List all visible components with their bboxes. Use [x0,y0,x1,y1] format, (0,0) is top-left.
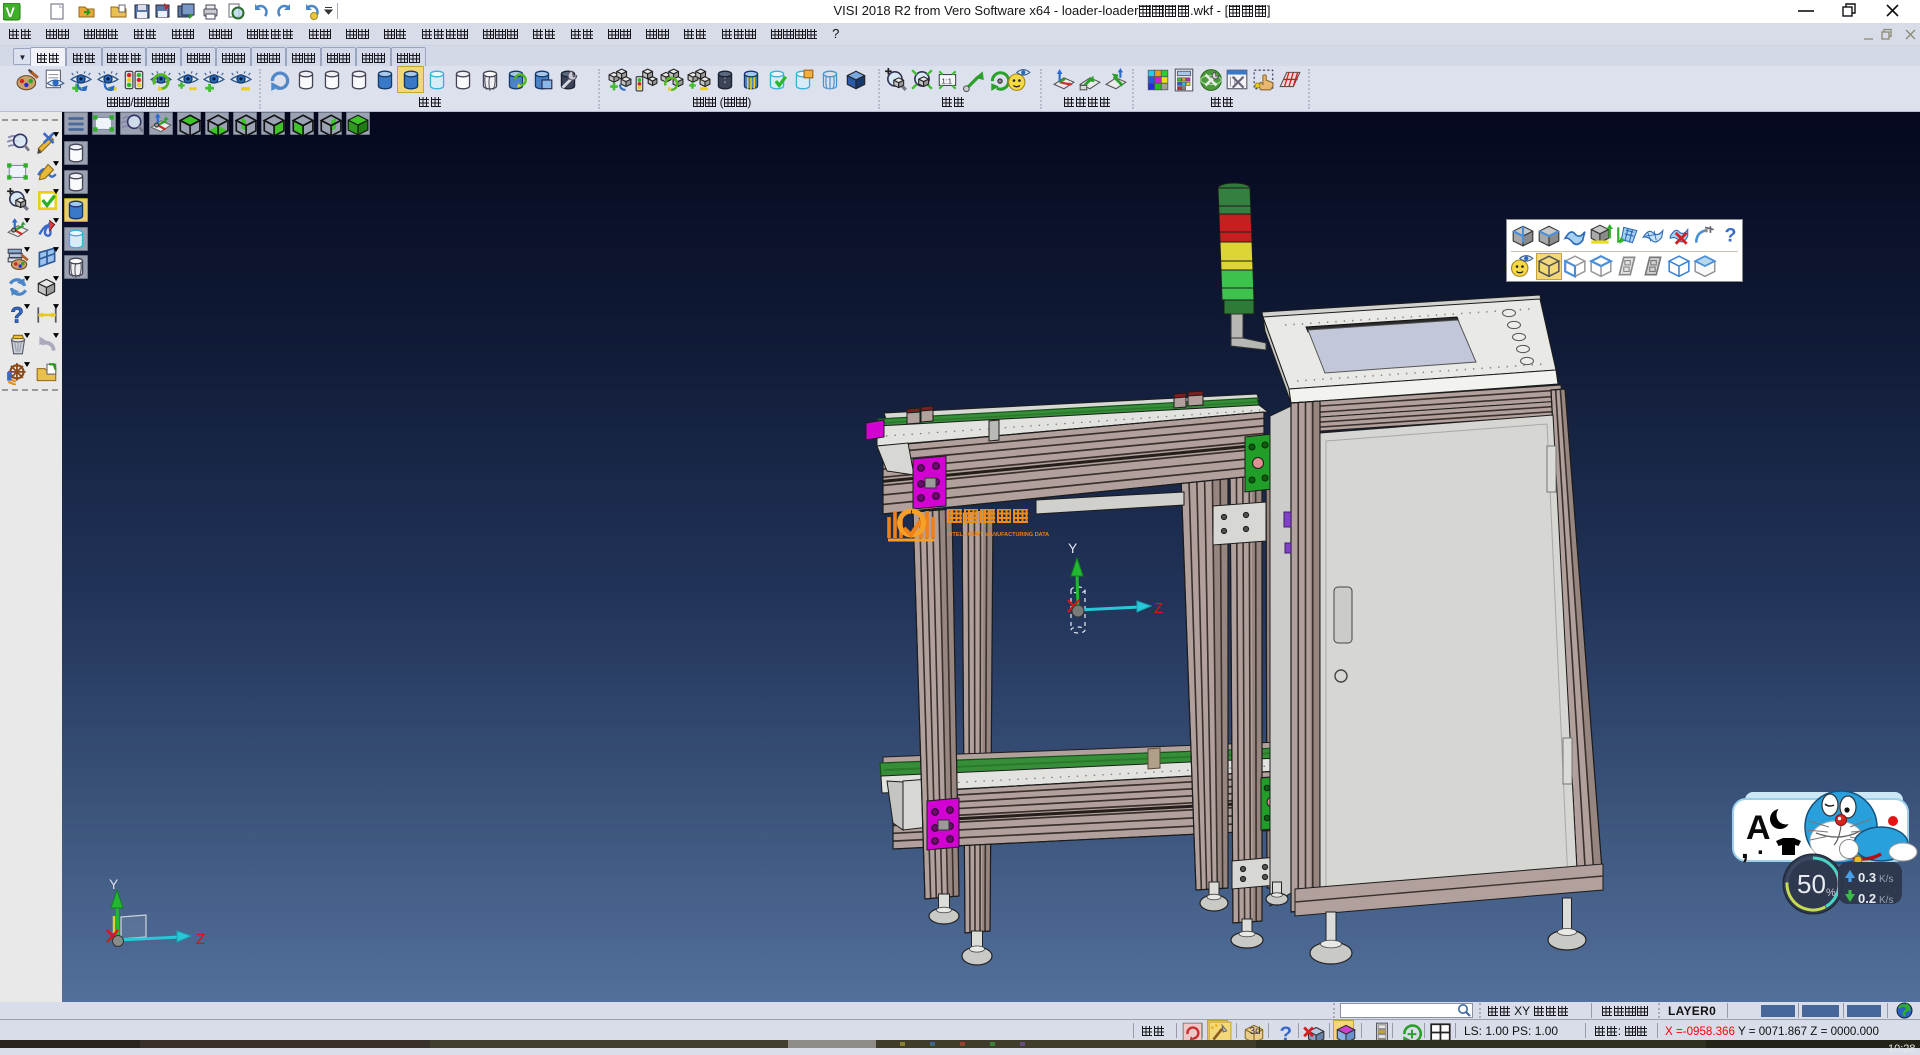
svg-text:1:1: 1:1 [941,76,952,85]
svg-text:?: ? [1724,225,1736,247]
svg-text:3d: 3d [1250,1026,1261,1037]
svg-text:V: V [6,4,16,20]
svg-text:?: ? [10,303,23,327]
